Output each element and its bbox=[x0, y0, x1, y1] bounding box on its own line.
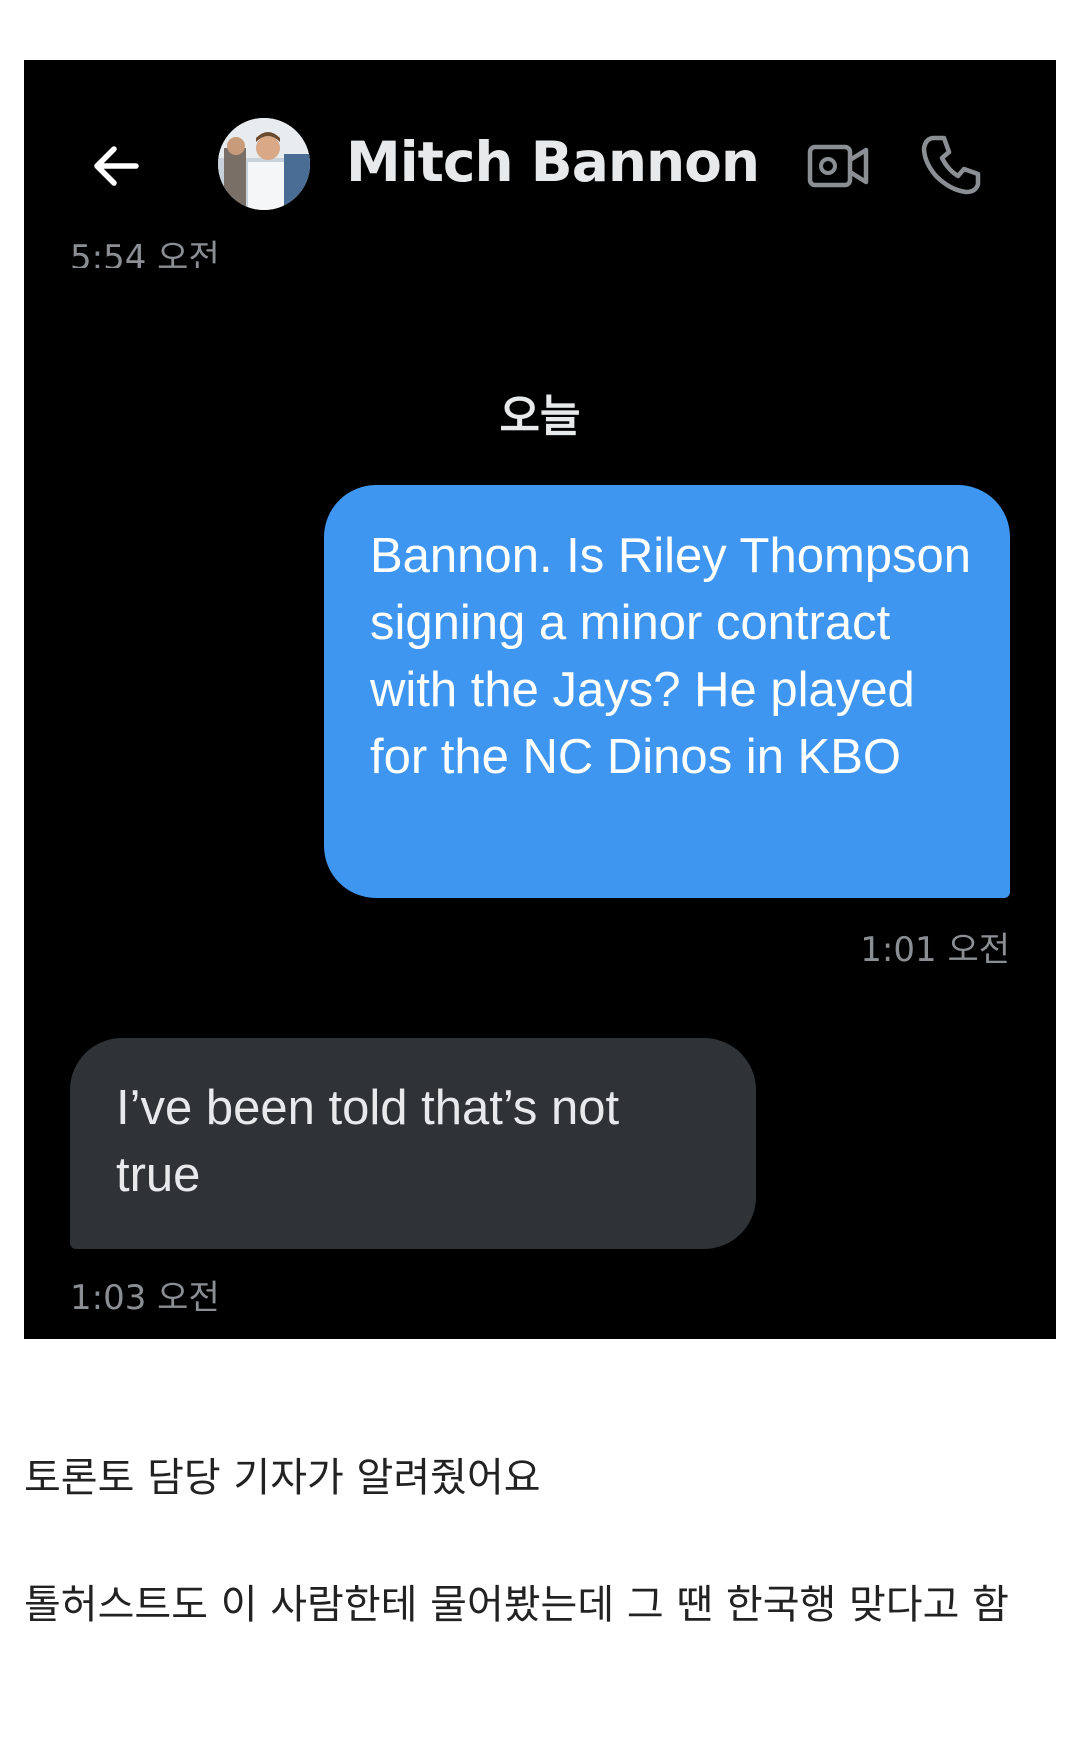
avatar-photo bbox=[218, 118, 310, 210]
outgoing-message-timestamp: 1:01 오전 bbox=[860, 930, 1010, 970]
video-call-icon[interactable] bbox=[806, 138, 872, 194]
avatar[interactable] bbox=[218, 118, 310, 210]
arrow-left-icon[interactable] bbox=[86, 136, 146, 196]
date-separator: 오늘 bbox=[499, 391, 581, 442]
chat-header: Mitch Bannon bbox=[24, 60, 1056, 245]
incoming-message-text: I’ve been told that’s not true bbox=[116, 1081, 620, 1202]
post-paragraph: 톨허스트도 이 사람한테 물어봤는데 그 땐 한국행 맞다고 함 bbox=[24, 1582, 1009, 1628]
dm-screenshot: Mitch Bannon 5:54 오전 오늘 Bannon. Is Riley… bbox=[24, 60, 1056, 1339]
phone-call-icon[interactable] bbox=[920, 132, 984, 196]
incoming-message-bubble[interactable]: I’ve been told that’s not true bbox=[70, 1038, 756, 1249]
outgoing-message-text: Bannon. Is Riley Thompson signing a mino… bbox=[370, 529, 972, 784]
incoming-message-timestamp: 1:03 오전 bbox=[70, 1278, 220, 1318]
outgoing-message-bubble[interactable]: Bannon. Is Riley Thompson signing a mino… bbox=[324, 485, 1010, 898]
previous-message-timestamp: 5:54 오전 bbox=[70, 238, 220, 268]
contact-name[interactable]: Mitch Bannon bbox=[346, 130, 760, 194]
post-paragraph: 토론토 담당 기자가 알려줬어요 bbox=[24, 1455, 541, 1501]
